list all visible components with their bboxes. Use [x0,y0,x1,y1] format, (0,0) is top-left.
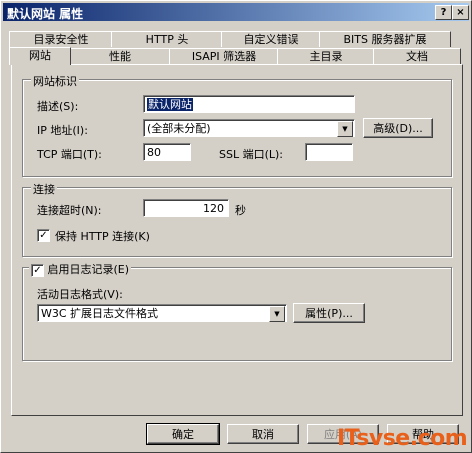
description-value: 默认网站 [147,98,193,111]
log-format-label: 活动日志格式(V): [37,288,123,301]
description-label: 描述(S): [37,100,79,113]
properties-dialog: 默认网站 属性 ? × 目录安全性 HTTP 头 自定义错误 BITS 服务器扩… [0,0,472,453]
group-title-connection: 连接 [31,181,57,197]
tab-website[interactable]: 网站 [9,47,71,65]
enable-logging-label[interactable]: 启用日志记录(E) [48,263,130,276]
chevron-down-icon[interactable]: ▼ [337,121,353,137]
group-logging: ✓ 启用日志记录(E) 活动日志格式(V): W3C 扩展日志文件格式 ▼ 属性… [22,261,452,361]
cancel-button[interactable]: 取消 [227,424,299,444]
tcp-port-label: TCP 端口(T): [37,148,102,161]
enable-logging-checkbox[interactable]: ✓ [31,263,44,277]
title-bar: 默认网站 属性 ? × [3,3,469,21]
timeout-unit: 秒 [235,204,246,217]
tab-custom-errors[interactable]: 自定义错误 [221,31,321,47]
tab-http-headers[interactable]: HTTP 头 [111,31,223,47]
tab-performance[interactable]: 性能 [69,48,171,64]
help-title-button[interactable]: ? [435,5,452,20]
timeout-label: 连接超时(N): [37,204,102,217]
chevron-down-icon[interactable]: ▼ [269,306,285,322]
advanced-button[interactable]: 高级(D)... [363,118,433,138]
group-title-site-id: 网站标识 [31,73,79,89]
tab-documents[interactable]: 文档 [373,48,461,64]
group-site-identification: 网站标识 描述(S): 默认网站 IP 地址(I): (全部未分配) ▼ 高级(… [22,73,452,177]
tab-isapi-filters[interactable]: ISAPI 筛选器 [169,48,279,64]
tab-panel: 网站标识 描述(S): 默认网站 IP 地址(I): (全部未分配) ▼ 高级(… [11,64,463,416]
ip-address-label: IP 地址(I): [37,124,88,137]
ssl-port-label: SSL 端口(L): [219,148,284,161]
log-format-select[interactable]: W3C 扩展日志文件格式 ▼ [37,304,287,322]
group-connection: 连接 连接超时(N): 120 秒 ✓ 保持 HTTP 连接(K) [22,181,452,257]
ip-address-value: (全部未分配) [147,122,211,135]
description-input[interactable]: 默认网站 [143,95,355,113]
keepalive-checkbox[interactable]: ✓ [37,229,50,242]
tab-bits-extension[interactable]: BITS 服务器扩展 [319,31,451,47]
tab-directory-security[interactable]: 目录安全性 [9,31,113,47]
tcp-port-input[interactable]: 80 [143,143,191,161]
watermark: ITsvse.com [337,426,468,451]
window-title: 默认网站 属性 [7,7,84,21]
log-format-value: W3C 扩展日志文件格式 [41,307,159,320]
tab-home-directory[interactable]: 主目录 [277,48,375,64]
close-button[interactable]: × [452,5,469,20]
ip-address-select[interactable]: (全部未分配) ▼ [143,119,355,137]
ok-button[interactable]: 确定 [146,423,220,445]
keepalive-label[interactable]: 保持 HTTP 连接(K) [55,228,150,244]
ssl-port-input[interactable] [305,143,353,161]
log-properties-button[interactable]: 属性(P)... [293,303,365,323]
logging-title: ✓ 启用日志记录(E) [29,261,132,277]
timeout-input[interactable]: 120 [143,199,229,217]
